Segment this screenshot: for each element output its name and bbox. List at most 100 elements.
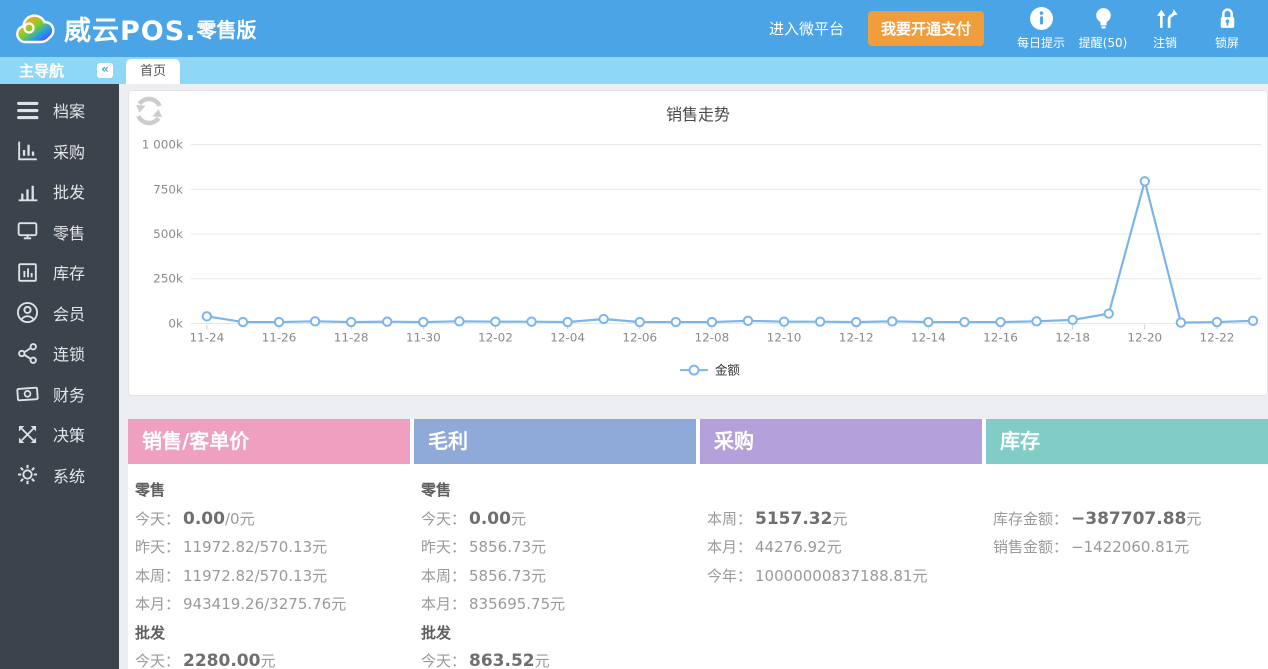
sidebar-item-label: 会员 bbox=[53, 304, 86, 324]
svg-text:12-20: 12-20 bbox=[1127, 330, 1162, 344]
data-point bbox=[273, 316, 285, 328]
cards-bodies: 零售 今天： 0.00/0元 昨天： 11972.82/570.13元 本周： 11972.… bbox=[128, 464, 1268, 669]
sidebar-item-chain[interactable]: 连锁 bbox=[0, 333, 119, 374]
sidebar: 档案 采购 批发 零售 库存 会员 连锁 财务 决策 系统 bbox=[0, 84, 119, 669]
data-point bbox=[1031, 316, 1042, 327]
logout-icon bbox=[1156, 9, 1177, 28]
data-point bbox=[851, 316, 862, 328]
sidebar-item-inventory[interactable]: 库存 bbox=[0, 252, 119, 293]
svg-text:11-24: 11-24 bbox=[189, 330, 224, 344]
svg-text:12-10: 12-10 bbox=[767, 330, 802, 344]
svg-text:11-26: 11-26 bbox=[262, 330, 297, 344]
refresh-icon[interactable] bbox=[132, 94, 166, 128]
topbar-actions: 每日提示 提醒(50) 注销 锁屏 bbox=[1010, 6, 1258, 51]
cloud-logo-icon bbox=[16, 13, 55, 43]
inventory-box-icon bbox=[18, 262, 37, 282]
lock-screen-button[interactable]: 锁屏 bbox=[1196, 6, 1258, 51]
decision-arrows-icon bbox=[18, 425, 37, 443]
data-point bbox=[201, 311, 213, 322]
main-nav-title: 主导航 bbox=[19, 62, 65, 80]
main-layout: 档案 采购 批发 零售 库存 会员 连锁 财务 决策 系统 销售走势 0k 25… bbox=[0, 84, 1268, 669]
sales-trend-panel: 销售走势 0k 250k 500k 750k 1 000k 11-24 11-26 11-28 1… bbox=[128, 90, 1268, 396]
lock-icon bbox=[1220, 8, 1234, 28]
sidebar-item-wholesale[interactable]: 批发 bbox=[0, 171, 119, 212]
open-payment-button[interactable]: 我要开通支付 bbox=[867, 11, 984, 46]
card-header-0: 销售/客单价 bbox=[128, 419, 410, 464]
card-section-heading: 批发 bbox=[421, 623, 452, 642]
card-body-1: 零售 今天： 0.00元 昨天： 5856.73元 本周： 5856.73元 本月： 83569… bbox=[414, 464, 696, 669]
svg-text:500k: 500k bbox=[153, 227, 183, 241]
sidebar-item-archives[interactable]: 档案 bbox=[0, 90, 119, 131]
sidebar-item-system[interactable]: 系统 bbox=[0, 455, 119, 496]
files-icon bbox=[17, 101, 39, 119]
svg-text:12-12: 12-12 bbox=[839, 330, 874, 344]
card-section-heading: 批发 bbox=[135, 623, 166, 642]
cards-section: 销售/客单价 毛利 采购 库存 零售今天： 0.00/0元昨天： 11972.82/570… bbox=[128, 419, 1268, 669]
svg-text:750k: 750k bbox=[153, 182, 183, 196]
content-area: 销售走势 0k 250k 500k 750k 1 000k 11-24 11-26 11-28 1… bbox=[119, 84, 1268, 669]
brand-name: 威云POS. bbox=[64, 16, 197, 47]
data-point bbox=[237, 316, 249, 328]
svg-text:12-06: 12-06 bbox=[622, 330, 657, 344]
sub-bar: 主导航 « 首页 bbox=[0, 57, 1268, 84]
sidebar-item-retail[interactable]: 零售 bbox=[0, 212, 119, 253]
sidebar-item-label: 连锁 bbox=[53, 345, 86, 365]
reminders-label: 提醒(50) bbox=[1078, 36, 1128, 50]
card-stat-row: 今天： 2280.00元 bbox=[135, 651, 276, 669]
lock-screen-label: 锁屏 bbox=[1214, 36, 1239, 50]
data-point bbox=[526, 316, 537, 327]
card-section-heading bbox=[993, 476, 1260, 505]
card-header-3: 库存 bbox=[986, 419, 1268, 464]
card-header-2: 采购 bbox=[700, 419, 982, 464]
data-point bbox=[418, 316, 429, 328]
data-point bbox=[670, 316, 682, 328]
wholesale-chart-icon bbox=[18, 185, 38, 202]
card-stat-row: 今天： 0.00/0元 bbox=[135, 508, 255, 529]
card-stat-row: 本周： 5157.32元 bbox=[707, 508, 848, 529]
sidebar-item-members[interactable]: 会员 bbox=[0, 293, 119, 334]
card-body-2: 本周： 5157.32元 本月： 44276.92元 今年： 10000000837188… bbox=[700, 464, 982, 669]
svg-text:12-22: 12-22 bbox=[1200, 330, 1235, 344]
sidebar-item-label: 库存 bbox=[53, 264, 86, 284]
card-stat-row: 昨天： 11972.82/570.13元 bbox=[135, 538, 328, 556]
cards-headers: 销售/客单价 毛利 采购 库存 bbox=[128, 419, 1268, 464]
sales-trend-chart: 销售走势0k250k500k750k1 000k11-24 11-26 11-28 1… bbox=[142, 105, 1262, 378]
daily-tips-label: 每日提示 bbox=[1016, 36, 1065, 50]
data-point bbox=[309, 316, 321, 327]
data-point bbox=[382, 316, 393, 327]
svg-text:12-04: 12-04 bbox=[550, 330, 585, 344]
chart-x-axis: 11-24 11-26 11-28 11-30 12-02 12-04 12-06 12-08… bbox=[189, 324, 1234, 344]
card-stat-row: 销售金额： −1422060.81元 bbox=[993, 538, 1190, 556]
card-section-heading: 零售 bbox=[421, 481, 452, 499]
enter-wechat-platform-link[interactable]: 进入微平台 bbox=[769, 18, 844, 39]
sidebar-item-label: 批发 bbox=[53, 183, 86, 203]
system-gear-icon bbox=[17, 465, 38, 485]
data-point bbox=[959, 316, 970, 328]
sidebar-item-label: 零售 bbox=[53, 223, 86, 243]
data-point bbox=[1247, 315, 1259, 326]
logout-button[interactable]: 注销 bbox=[1134, 6, 1196, 51]
svg-text:金额: 金额 bbox=[715, 363, 740, 378]
top-bar: 威云POS. 零售版 进入微平台 我要开通支付 每日提示 提醒(50) 注销 锁… bbox=[0, 0, 1268, 57]
tab-home[interactable]: 首页 bbox=[126, 59, 181, 84]
card-stat-row: 今年： 10000000837188.81元 bbox=[707, 566, 928, 585]
card-stat-row: 库存金额： −387707.88元 bbox=[993, 508, 1202, 529]
sidebar-item-purchase[interactable]: 采购 bbox=[0, 131, 119, 172]
sidebar-item-label: 系统 bbox=[53, 466, 86, 486]
reminders-button[interactable]: 提醒(50) bbox=[1072, 6, 1134, 51]
purchase-chart-icon bbox=[18, 141, 37, 161]
daily-tips-button[interactable]: 每日提示 bbox=[1010, 6, 1072, 51]
data-point bbox=[923, 316, 934, 328]
card-stat-row: 昨天： 5856.73元 bbox=[421, 538, 547, 556]
chart-legend[interactable]: 金额 bbox=[680, 363, 740, 378]
collapse-sidebar-button[interactable]: « bbox=[97, 63, 113, 78]
bulb-icon bbox=[1095, 8, 1111, 29]
sidebar-item-decision[interactable]: 决策 bbox=[0, 414, 119, 455]
data-point bbox=[598, 313, 609, 325]
finance-money-icon bbox=[16, 387, 39, 402]
data-point bbox=[345, 316, 357, 328]
svg-text:12-18: 12-18 bbox=[1055, 330, 1090, 344]
chart-gridlines: 0k 250k 500k 750k 1 000k bbox=[142, 138, 1262, 330]
sidebar-item-label: 采购 bbox=[53, 142, 86, 162]
sidebar-item-finance[interactable]: 财务 bbox=[0, 374, 119, 415]
